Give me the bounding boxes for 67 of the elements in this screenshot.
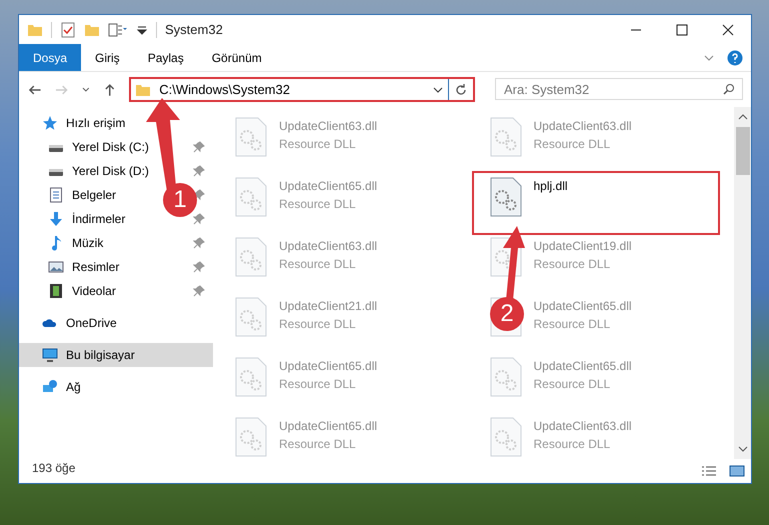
file-type: Resource DLL	[534, 256, 612, 273]
sidebar-item[interactable]: Resimler	[72, 258, 120, 276]
large-icons-view-icon[interactable]	[729, 465, 745, 477]
file-name[interactable]: hplj.dll	[534, 177, 568, 195]
pin-icon[interactable]	[193, 285, 205, 297]
computer-icon	[42, 347, 58, 363]
film-icon	[48, 283, 64, 299]
sidebar-item[interactable]: Yerel Disk (D:)	[72, 162, 149, 180]
file-type: Resource DLL	[279, 256, 357, 273]
pin-icon[interactable]	[193, 213, 205, 225]
sidebar-item[interactable]: Belgeler	[72, 186, 116, 204]
checklist-icon[interactable]	[60, 22, 76, 38]
dropdown-icon[interactable]	[136, 24, 148, 36]
search-icon	[722, 82, 735, 94]
file-type: Resource DLL	[279, 376, 357, 393]
sidebar-item[interactable]: Müzik	[72, 234, 104, 252]
dll-file-icon	[235, 297, 267, 337]
maximize-icon	[676, 24, 688, 36]
search-field[interactable]: Ara: System32	[494, 78, 743, 100]
file-type: Resource DLL	[534, 376, 612, 393]
dll-file-icon	[235, 117, 267, 157]
pin-icon[interactable]	[193, 165, 205, 177]
star-icon	[42, 115, 58, 131]
close-icon	[722, 24, 734, 36]
details-view-icon[interactable]	[701, 465, 717, 477]
document-icon	[48, 187, 64, 203]
properties-icon[interactable]	[108, 22, 128, 38]
address-path: C:\Windows\System32	[159, 80, 291, 99]
dll-file-icon	[490, 357, 522, 397]
file-type: Resource DLL	[279, 316, 357, 333]
window-title: System32	[165, 20, 223, 39]
picture-icon	[48, 259, 64, 275]
address-bar[interactable]: C:\Windows\System32	[129, 77, 475, 102]
ribbon-tab[interactable]: Dosya	[19, 44, 82, 71]
dll-file-icon	[235, 237, 267, 277]
dll-file-icon	[235, 357, 267, 397]
dll-file-icon	[235, 177, 267, 217]
network-icon	[42, 379, 58, 395]
pin-icon[interactable]	[193, 237, 205, 249]
sidebar-item[interactable]: Hızlı erişim	[66, 114, 126, 132]
sidebar-item[interactable]: Videolar	[72, 282, 116, 300]
scrollbar-thumb[interactable]	[736, 127, 750, 175]
chevron-down-icon[interactable]	[82, 86, 90, 94]
ribbon-tab[interactable]: Giriş	[81, 44, 134, 71]
file-type: Resource DLL	[279, 436, 357, 453]
file-type: Resource DLL	[534, 316, 612, 333]
item-count: 193 öğe	[31, 460, 76, 477]
dll-file-icon	[235, 417, 267, 457]
ribbon-tab[interactable]: Görünüm	[198, 44, 276, 71]
dll-file-icon	[490, 177, 522, 217]
dll-file-icon	[490, 117, 522, 157]
scrollbar[interactable]	[734, 107, 751, 459]
sidebar-item[interactable]: Ağ	[66, 378, 81, 396]
sidebar-item[interactable]: OneDrive	[66, 314, 117, 332]
sidebar-item[interactable]: Yerel Disk (C:)	[72, 138, 149, 156]
file-type: Resource DLL	[534, 136, 612, 153]
down-arrow-icon	[48, 211, 64, 227]
dll-file-icon	[490, 417, 522, 457]
file-type: Resource DLL	[534, 436, 612, 453]
pin-icon[interactable]	[193, 261, 205, 273]
pin-icon[interactable]	[193, 141, 205, 153]
sidebar-item[interactable]: İndirmeler	[72, 210, 126, 228]
file-type: Resource DLL	[279, 196, 357, 213]
help-icon[interactable]	[727, 50, 743, 66]
ribbon-tab[interactable]: Paylaş	[134, 44, 198, 71]
sidebar-item[interactable]: Bu bilgisayar	[66, 346, 135, 364]
file-type: Resource DLL	[279, 136, 357, 153]
